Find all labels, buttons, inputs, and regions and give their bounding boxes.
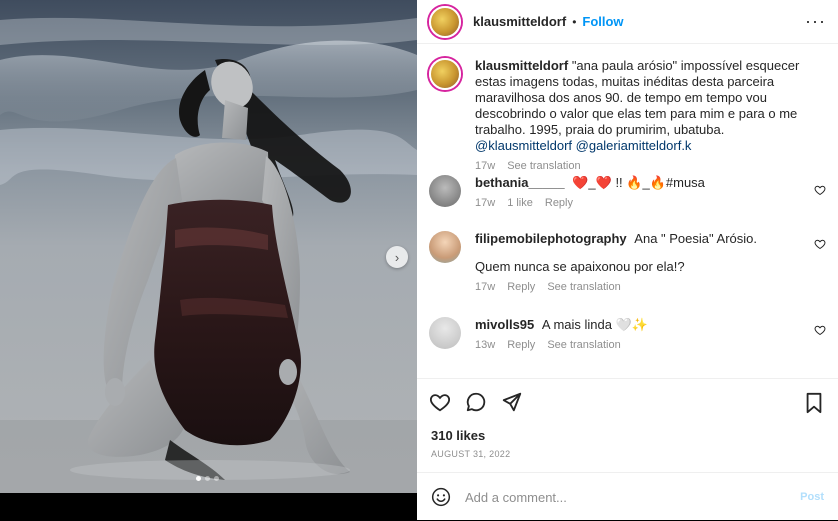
comment-body: Ana " Poesia" Arósio.	[634, 231, 757, 246]
comment-meta: 17w Reply See translation	[475, 281, 795, 293]
comment-body-line2: Quem nunca se apaixonou por ela!?	[475, 259, 685, 274]
comment-time: 17w	[475, 281, 496, 293]
photo-bottom-strip	[0, 493, 417, 520]
comment-item: mivolls95 A mais linda 🤍✨ 13w Reply See …	[429, 317, 795, 351]
reply-button[interactable]: Reply	[545, 197, 573, 209]
emoji-smiley-icon[interactable]	[431, 487, 451, 507]
next-photo-button[interactable]: ›	[386, 246, 408, 268]
comment-bubble-icon[interactable]	[465, 391, 487, 413]
commenter-avatar[interactable]	[429, 317, 461, 349]
caption: klausmitteldorf "ana paula arósio" impos…	[429, 58, 815, 172]
post-date: AUGUST 31, 2022	[431, 449, 511, 459]
reply-button[interactable]: Reply	[507, 281, 535, 293]
bookmark-icon[interactable]	[804, 392, 824, 414]
commenter-avatar[interactable]	[429, 231, 461, 263]
carousel-dot	[196, 476, 201, 481]
comment-input[interactable]	[463, 488, 787, 506]
author-username[interactable]: klausmitteldorf	[473, 14, 566, 29]
caption-meta: 17w See translation	[475, 160, 815, 172]
carousel-dot	[214, 476, 219, 481]
comment-text: bethania_____ ❤️_❤️ !! 🔥_🔥#musa	[475, 175, 795, 191]
comment-username[interactable]: mivolls95	[475, 317, 534, 332]
mention-link[interactable]: @klausmitteldorf	[475, 138, 572, 153]
comment-time: 17w	[475, 197, 496, 209]
comment-like-heart-icon[interactable]	[814, 184, 826, 196]
author-avatar[interactable]	[429, 5, 461, 38]
comment-like-heart-icon[interactable]	[814, 324, 826, 336]
action-icons	[429, 391, 523, 413]
comment-text: filipemobilephotography Ana " Poesia" Ar…	[475, 231, 795, 247]
carousel-dots	[196, 476, 219, 481]
post-header: klausmitteldorf • Follow ···	[417, 0, 838, 44]
caption-username[interactable]: klausmitteldorf	[475, 58, 568, 73]
comment-username[interactable]: bethania_____	[475, 175, 565, 190]
likes-count[interactable]: 310 likes	[431, 428, 485, 443]
caption-time: 17w	[475, 160, 496, 172]
carousel-dot	[205, 476, 210, 481]
post-photo[interactable]: ›	[0, 0, 417, 493]
header-separator: •	[572, 14, 577, 29]
comment-likes[interactable]: 1 like	[507, 197, 533, 209]
chevron-right-icon: ›	[394, 249, 400, 265]
comment-body: A mais linda 🤍✨	[541, 317, 648, 332]
more-options-icon[interactable]: ···	[805, 11, 826, 32]
follow-button[interactable]: Follow	[582, 14, 623, 29]
comment-time: 13w	[475, 339, 496, 351]
comment-like-heart-icon[interactable]	[814, 238, 826, 250]
comment-item: filipemobilephotography Ana " Poesia" Ar…	[429, 231, 795, 293]
comment-username[interactable]: filipemobilephotography	[475, 231, 627, 246]
see-translation-link[interactable]: See translation	[507, 160, 580, 172]
share-send-icon[interactable]	[501, 391, 523, 413]
like-heart-icon[interactable]	[429, 391, 451, 413]
commenter-avatar[interactable]	[429, 175, 461, 207]
comment-meta: 17w 1 like Reply	[475, 197, 795, 209]
caption-text: klausmitteldorf "ana paula arósio" impos…	[475, 58, 815, 154]
reply-button[interactable]: Reply	[507, 339, 535, 351]
photo-image	[0, 0, 417, 493]
comment-composer: Post	[417, 472, 838, 521]
see-translation-link[interactable]: See translation	[547, 339, 620, 351]
post-actions: 310 likes AUGUST 31, 2022	[417, 378, 838, 459]
post-side-panel: klausmitteldorf • Follow ··· klausmittel…	[417, 0, 838, 520]
comment-text: mivolls95 A mais linda 🤍✨	[475, 317, 795, 333]
see-translation-link[interactable]: See translation	[547, 281, 620, 293]
comment-body: ❤️_❤️ !! 🔥_🔥#musa	[572, 175, 705, 190]
post-comment-button[interactable]: Post	[800, 491, 824, 503]
comment-meta: 13w Reply See translation	[475, 339, 795, 351]
caption-avatar[interactable]	[429, 58, 461, 90]
mention-link[interactable]: @galeriamitteldorf.k	[576, 138, 692, 153]
comments-list[interactable]: klausmitteldorf "ana paula arósio" impos…	[417, 44, 838, 378]
comment-item: bethania_____ ❤️_❤️ !! 🔥_🔥#musa 17w 1 li…	[429, 175, 795, 209]
